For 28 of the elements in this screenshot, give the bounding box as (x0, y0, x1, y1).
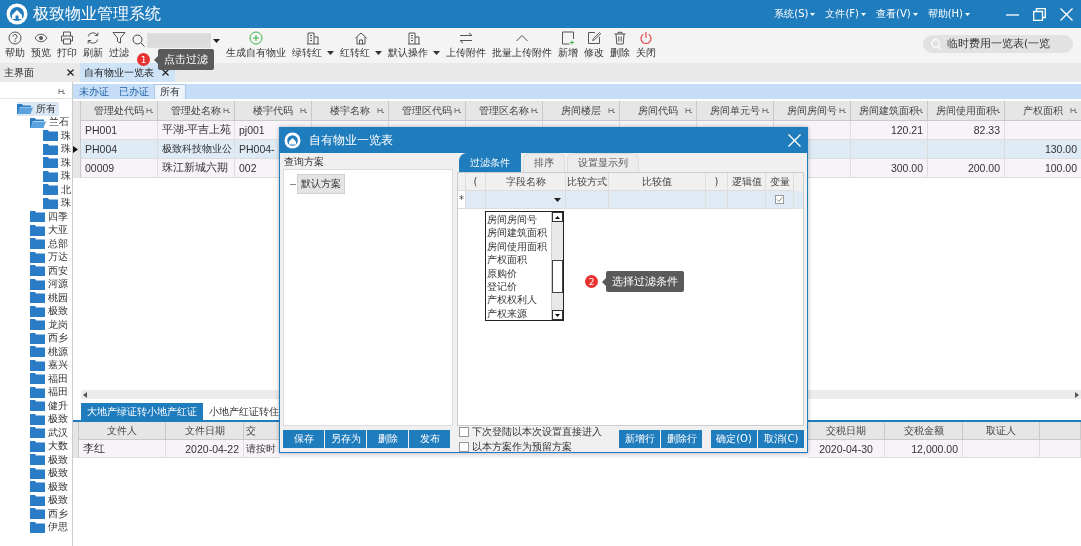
table-cell: 300.00 (890, 162, 923, 174)
table-cell: 200.00 (967, 162, 1000, 174)
table-cell: 12,000.00 (911, 442, 958, 455)
table-cell: PH004 (85, 143, 118, 155)
row-marker: * (459, 194, 464, 205)
table-cell: 002 (239, 162, 257, 174)
table-cell: 130.00 (1044, 143, 1077, 155)
table-cell: 请按时 (246, 441, 276, 456)
tooltip: 选择过滤条件 (606, 271, 684, 292)
table-cell: 2020-04-30 (819, 442, 873, 455)
table-cell: 极致科技物业公 (162, 142, 232, 156)
app-title: 极致物业管理系统 (33, 3, 162, 25)
table-cell: 00009 (85, 162, 115, 174)
table-cell: PH001 (85, 124, 118, 136)
table-cell: 100.00 (1044, 162, 1077, 174)
table-cell: 120.21 (890, 124, 923, 136)
dialog-title: 自有物业一览表 (309, 132, 394, 149)
table-cell: 2020-04-22 (185, 442, 239, 455)
table-cell: pj001 (239, 124, 265, 136)
checkbox-label: 下次登陆以本次设置直接进入 (472, 424, 602, 439)
table-cell: 珠江新城六期 (162, 161, 228, 175)
panel-label: 查询方案 (284, 155, 324, 169)
table-cell: 李红 (83, 441, 105, 456)
table-cell: 平湖-平吉上苑 (162, 123, 232, 137)
table-cell: PH004- (239, 143, 275, 155)
table-cell: 82.33 (973, 124, 1000, 136)
checkbox-label: 以本方案作为预留方案 (472, 439, 572, 454)
tooltip: 点击过滤 (158, 49, 214, 70)
